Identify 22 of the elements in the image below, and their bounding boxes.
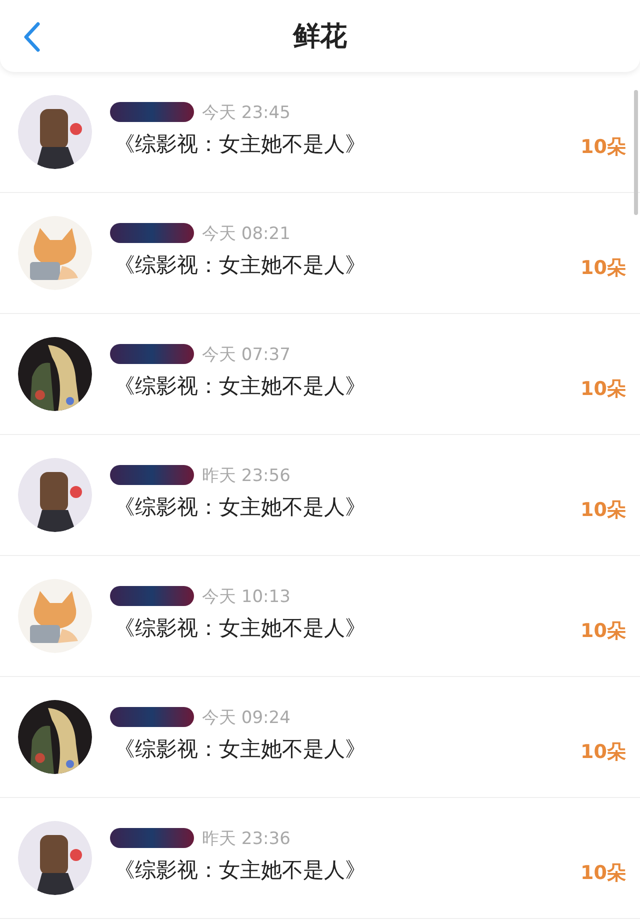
gift-time: 昨天 23:36 (202, 828, 290, 850)
flower-count: 10朵 (580, 740, 626, 765)
book-title: 《综影视：女主她不是人》 (114, 372, 367, 400)
book-title: 《综影视：女主她不是人》 (114, 252, 367, 278)
book-title: 《综影视：女主她不是人》 (114, 856, 367, 884)
gift-time: 今天 10:13 (202, 586, 290, 608)
gift-time: 今天 07:37 (202, 344, 290, 366)
gift-time: 今天 23:45 (202, 102, 290, 124)
page-title: 鲜花 (293, 20, 347, 54)
book-title: 《综影视：女主她不是人》 (114, 614, 367, 642)
flower-count: 10朵 (580, 498, 626, 523)
book-title: 《综影视：女主她不是人》 (114, 736, 367, 762)
flower-count: 10朵 (580, 377, 626, 402)
flower-count: 10朵 (580, 861, 626, 886)
book-title: 《综影视：女主她不是人》 (114, 130, 367, 158)
gift-time: 昨天 23:56 (202, 464, 290, 486)
flower-count: 10朵 (580, 619, 626, 644)
flower-count: 10朵 (580, 256, 626, 281)
flower-count: 10朵 (580, 135, 626, 160)
gift-time: 今天 09:24 (202, 706, 290, 728)
gift-time: 今天 08:21 (202, 222, 290, 244)
book-title: 《综影视：女主她不是人》 (114, 494, 367, 520)
